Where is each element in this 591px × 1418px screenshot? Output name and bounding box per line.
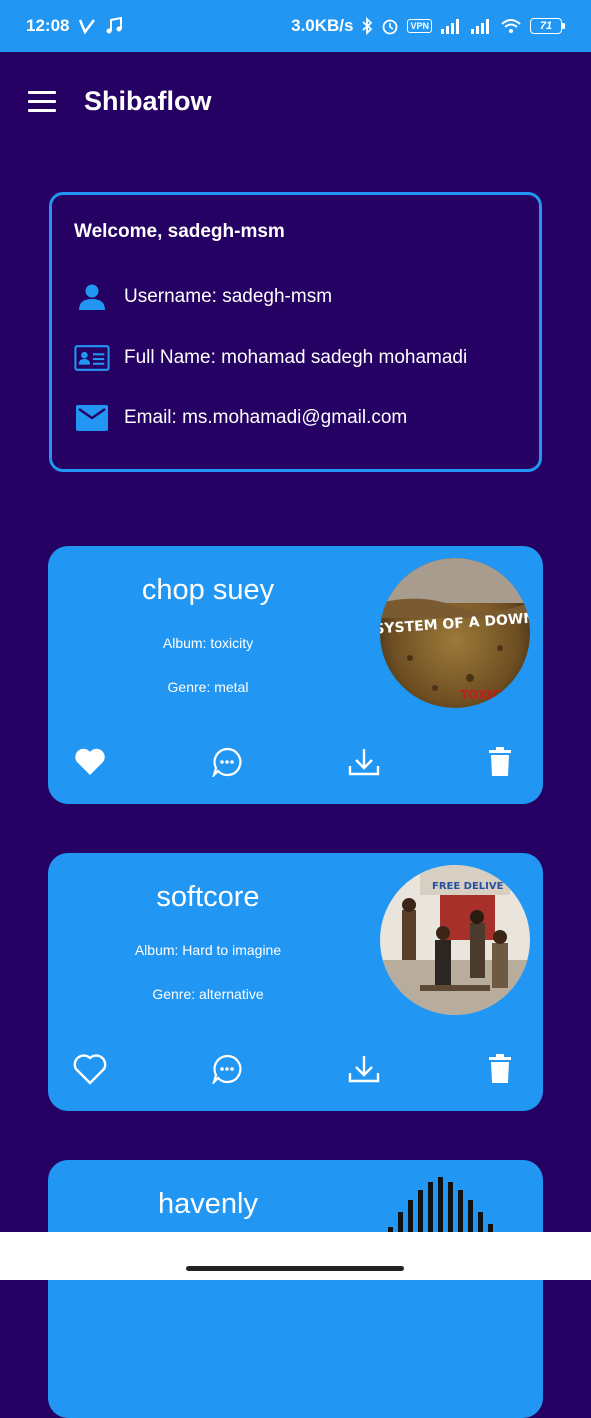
wifi-icon	[501, 19, 521, 33]
music-note-icon	[106, 17, 123, 34]
song-album: Album: Hard to imagine	[134, 942, 282, 958]
song-genre: Genre: alternative	[152, 986, 264, 1002]
song-title: chop suey	[141, 574, 275, 606]
heart-outline-icon[interactable]	[70, 1049, 110, 1089]
username-row: Username: sadegh-msm	[74, 283, 332, 311]
status-bar: 12:08 3.0KB/s VPN 71	[0, 0, 591, 52]
navigation-bar	[0, 1232, 591, 1280]
song-card[interactable]: havenly	[48, 1160, 543, 1418]
email-text: Email: ms.mohamadi@gmail.com	[124, 407, 408, 428]
signal-icon-2	[471, 19, 489, 34]
app-bar: Shibaflow	[0, 52, 591, 152]
art-album-text: TOXICITY	[460, 688, 522, 702]
song-card[interactable]: softcore Album: Hard to imagine Genre: a…	[48, 853, 543, 1111]
home-gesture-handle[interactable]	[186, 1266, 404, 1271]
person-icon	[74, 283, 110, 311]
email-row: Email: ms.mohamadi@gmail.com	[74, 405, 407, 431]
id-card-icon	[74, 344, 110, 372]
song-actions	[48, 1049, 543, 1089]
alarm-icon	[383, 19, 398, 35]
username-text: Username: sadegh-msm	[124, 286, 333, 307]
trash-icon[interactable]	[480, 742, 520, 782]
profile-card: Welcome, sadegh-msm Username: sadegh-msm…	[49, 192, 542, 472]
art-sign-text: FREE DELIVE	[432, 881, 504, 892]
mail-icon	[74, 405, 110, 431]
net-speed: 3.0KB/s	[291, 16, 354, 35]
battery-level: 71	[530, 18, 562, 34]
bluetooth-icon	[362, 17, 373, 35]
heart-icon[interactable]	[70, 742, 110, 782]
song-actions	[48, 742, 543, 782]
battery-icon: 71	[530, 18, 565, 34]
signal-icon	[441, 19, 459, 34]
album-art: FREE DELIVE	[380, 865, 530, 1015]
fullname-row: Full Name: mohamad sadegh mohamadi	[74, 344, 467, 372]
menu-icon[interactable]	[28, 91, 56, 113]
v-app-icon	[79, 19, 96, 34]
comment-icon[interactable]	[207, 1049, 247, 1089]
album-art: SYSTEM OF A DOWN TOXICITY	[380, 558, 530, 708]
app-title: Shibaflow	[84, 86, 212, 116]
song-album: Album: toxicity	[162, 635, 254, 651]
song-title: havenly	[158, 1188, 258, 1220]
status-time: 12:08	[26, 16, 70, 35]
welcome-text: Welcome, sadegh-msm	[74, 221, 285, 242]
download-icon[interactable]	[344, 1049, 384, 1089]
song-title: softcore	[156, 881, 260, 913]
trash-icon[interactable]	[480, 1049, 520, 1089]
download-icon[interactable]	[344, 742, 384, 782]
comment-icon[interactable]	[207, 742, 247, 782]
vpn-badge: VPN	[407, 19, 432, 33]
song-card[interactable]: chop suey Album: toxicity Genre: metal S…	[48, 546, 543, 804]
song-genre: Genre: metal	[167, 679, 249, 695]
fullname-text: Full Name: mohamad sadegh mohamadi	[124, 347, 468, 368]
